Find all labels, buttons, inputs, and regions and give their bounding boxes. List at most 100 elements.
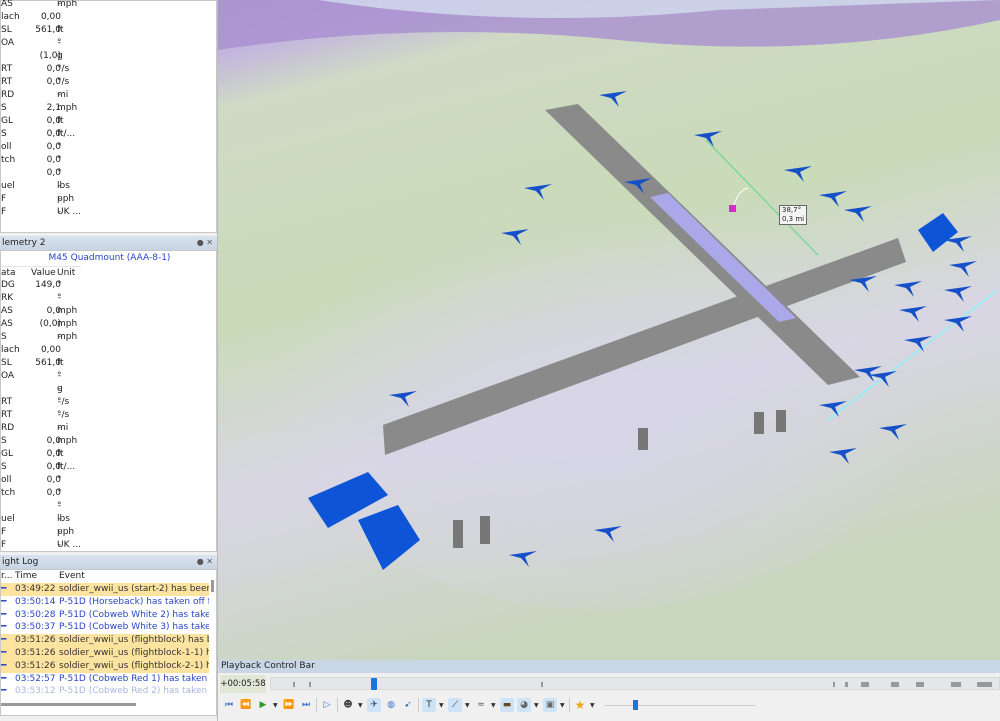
telemetry-value: -: [57, 527, 61, 537]
telemetry-value: 0,0: [46, 116, 61, 126]
telemetry-unit: ft: [57, 358, 64, 368]
telemetry-value: 0,0: [46, 155, 61, 165]
telemetry-unit: °/s: [57, 64, 70, 74]
telemetry-value: -: [57, 371, 61, 381]
telemetry-value: 0,0: [46, 77, 61, 87]
pin-close-icons[interactable]: ● ✕: [197, 236, 213, 250]
telemetry-value: 0,0: [46, 449, 61, 459]
radar-dropdown[interactable]: ▼: [534, 702, 540, 709]
telemetry-unit: ft: [57, 25, 64, 35]
log-row[interactable]: ━ 03:52:57 P-51D (Cobweb Red 1) has taken …: [1, 673, 209, 686]
measure-icon[interactable]: ⟋: [448, 698, 462, 712]
flight-log-title: ight Log: [2, 557, 39, 567]
3d-map-view[interactable]: 38,7° 0,3 mi: [218, 0, 1000, 660]
log-event: soldier_wwii_us (flightblock) has been d…: [59, 635, 209, 646]
timeline-slider[interactable]: [270, 677, 1000, 690]
label-icon[interactable]: T: [422, 698, 436, 712]
log-row[interactable]: ━ 03:51:26 soldier_wwii_us (flightblock-2-…: [1, 659, 209, 673]
telemetry-2-title: lemetry 2: [2, 238, 46, 248]
skip-start-icon[interactable]: ⏮: [222, 698, 236, 712]
col-type[interactable]: r...: [1, 570, 12, 583]
telemetry-value: -: [57, 90, 61, 100]
telemetry-unit: ft: [57, 449, 64, 459]
telemetry-value: -: [57, 332, 61, 342]
log-event: soldier_wwii_us (flightblock-1-1) has be…: [59, 648, 209, 658]
play-dropdown[interactable]: ▼: [273, 702, 279, 709]
telemetry-value: -: [57, 207, 61, 217]
telemetry-value: 0,0: [46, 129, 61, 139]
view-dropdown[interactable]: ▼: [358, 702, 364, 709]
speed-slider[interactable]: [605, 700, 755, 710]
log-event: P-51D (Horseback) has taken off from Ken: [59, 596, 209, 607]
telemetry-unit: mi: [57, 423, 69, 433]
telemetry-row: lach 0,00: [1, 11, 201, 24]
log-row[interactable]: ━ 03:51:26 soldier_wwii_us (flightblock-1-…: [1, 647, 209, 660]
tank-icon[interactable]: ▬: [500, 698, 514, 712]
telemetry-value: -: [57, 423, 61, 433]
timeline-thumb[interactable]: [371, 678, 377, 690]
step-icon[interactable]: ▷: [320, 698, 334, 712]
takeoff-icon: ━: [1, 686, 7, 697]
camera-icon[interactable]: ▣: [543, 698, 557, 712]
telemetry-row: S 0,0 ft/...: [1, 461, 201, 474]
star-dropdown[interactable]: ▼: [590, 702, 596, 709]
log-row[interactable]: ━ 03:51:26 soldier_wwii_us (flightblock) h…: [1, 634, 209, 647]
telemetry-row: - °: [1, 500, 201, 513]
fast-forward-icon[interactable]: ⏩: [282, 698, 296, 712]
col-event[interactable]: Event: [59, 570, 85, 583]
telemetry-row: GL 0,0 ft: [1, 448, 201, 461]
log-row[interactable]: ━ 03:50:28P-51D (Cobweb White 2) has take…: [1, 609, 209, 622]
telemetry-row: RD - mi: [1, 422, 201, 435]
left-dock: AS - mph lach 0,00 SL 561,0 ft OA - ° (1,0) g RT 0,0 °/…: [0, 0, 218, 721]
telemetry-row: OA - °: [1, 370, 201, 383]
telemetry-row: 0,0 °: [1, 167, 201, 180]
playback-control-bar: Playback Control Bar +00:05:58 ⏮ ⏪ ▶ ▼ ⏩ …: [218, 660, 1000, 721]
telemetry-value: 561,0: [35, 25, 61, 35]
telemetry-row: SL 561,0 ft: [1, 24, 201, 37]
telemetry-row: S 2,1 mph: [1, 102, 201, 115]
telemetry-row: tch 0,0 °: [1, 487, 201, 500]
skip-end-icon[interactable]: ⏭: [299, 698, 313, 712]
telemetry-unit: mph: [57, 319, 78, 329]
telemetry-2-panel: M45 Quadmount (AAA-8-1) ata Value Unit D…: [0, 250, 217, 552]
rewind-icon[interactable]: ⏪: [239, 698, 253, 712]
telemetry-row: RT - °/s: [1, 396, 201, 409]
play-icon[interactable]: ▶: [256, 698, 270, 712]
telemetry-unit: °: [57, 293, 62, 303]
log-row[interactable]: ━ 03:49:22 soldier_wwii_us (start-2) has b…: [1, 583, 209, 596]
path-dropdown[interactable]: ▼: [491, 702, 497, 709]
aircraft-icon[interactable]: ✈: [367, 698, 381, 712]
label-dropdown[interactable]: ▼: [439, 702, 445, 709]
selected-object-marker[interactable]: [729, 205, 736, 212]
telemetry-value: 0,0: [46, 475, 61, 485]
log-hscrollbar[interactable]: [1, 703, 136, 706]
log-row[interactable]: ━ 03:53:12 P-51D (Cobweb Red 2) has taken …: [1, 685, 209, 698]
log-time: 03:50:14: [15, 596, 56, 607]
measure-angle: 38,7°: [782, 206, 802, 214]
telemetry-unit: °: [57, 155, 62, 165]
telemetry-row: F - UK ...: [1, 539, 201, 552]
log-row[interactable]: ━ 03:50:37P-51D (Cobweb White 3) has take…: [1, 621, 209, 634]
pin-close-icons[interactable]: ● ✕: [197, 555, 213, 569]
telemetry-unit: °: [57, 168, 62, 178]
measure-dropdown[interactable]: ▼: [465, 702, 471, 709]
telemetry-value: -: [57, 397, 61, 407]
terrain-scene: [218, 0, 1000, 660]
telemetry-unit: ft/...: [57, 462, 76, 472]
telemetry-value: 0,0: [46, 64, 61, 74]
log-row[interactable]: ━ 03:50:14 P-51D (Horseback) has taken off…: [1, 596, 209, 609]
playback-time: +00:05:58: [220, 675, 266, 693]
log-scrollbar[interactable]: [211, 580, 214, 592]
col-time[interactable]: Time: [15, 570, 37, 583]
camera-dropdown[interactable]: ▼: [560, 702, 566, 709]
radar-icon[interactable]: ◕: [517, 698, 531, 712]
missile-icon[interactable]: ➹: [401, 698, 415, 712]
globe-icon[interactable]: ◍: [384, 698, 398, 712]
star-icon[interactable]: ★: [573, 698, 587, 712]
path-icon[interactable]: ≈: [474, 698, 488, 712]
speed-slider-thumb[interactable]: [633, 700, 638, 710]
pilot-view-icon[interactable]: ☻: [341, 698, 355, 712]
telemetry-row: S 0,0 ft/...: [1, 128, 201, 141]
telemetry-unit: °: [57, 38, 62, 48]
playback-toolbar: ⏮ ⏪ ▶ ▼ ⏩ ⏭ ▷ ☻ ▼ ✈ ◍ ➹ T ▼ ⟋ ▼ ≈ ▼ ▬ ◕ ▼ ▣ ▼ ★…: [218, 696, 755, 714]
